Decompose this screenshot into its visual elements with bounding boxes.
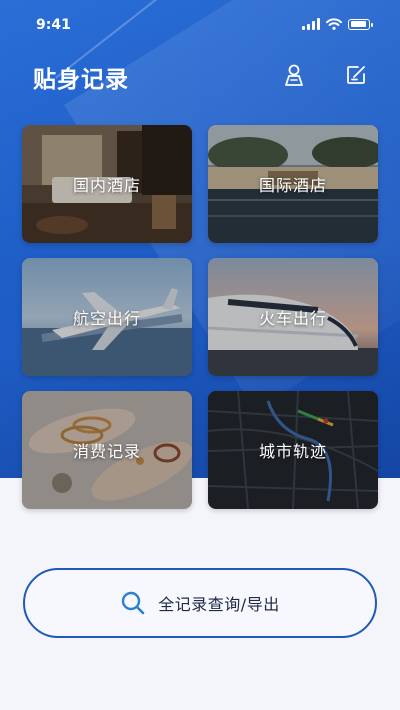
card-city-trajectory[interactable]: 城市轨迹 xyxy=(208,391,378,509)
card-label: 航空出行 xyxy=(72,309,141,328)
status-time: 9:41 xyxy=(36,17,71,33)
card-international-hotel[interactable]: 国际酒店 xyxy=(208,125,378,243)
card-label: 火车出行 xyxy=(258,309,327,328)
user-location-icon xyxy=(285,64,303,86)
signal-icon xyxy=(302,18,320,30)
search-export-label: 全记录查询/导出 xyxy=(158,595,280,614)
user-location-button[interactable] xyxy=(281,62,307,88)
card-train-travel[interactable]: 火车出行 xyxy=(208,258,378,376)
card-domestic-hotel[interactable]: 国内酒店 xyxy=(22,125,192,243)
card-spending-records[interactable]: 消费记录 xyxy=(22,391,192,509)
edit-button[interactable] xyxy=(343,62,369,88)
card-label: 国内酒店 xyxy=(72,176,141,195)
wifi-icon xyxy=(326,18,342,30)
page-title: 贴身记录 xyxy=(33,67,129,93)
search-icon xyxy=(122,591,145,615)
card-label: 城市轨迹 xyxy=(258,442,327,461)
status-bar: 9:41 xyxy=(0,0,400,52)
battery-icon xyxy=(348,18,373,30)
edit-note-icon xyxy=(347,66,365,84)
card-label: 国际酒店 xyxy=(258,176,327,195)
card-air-travel[interactable]: 航空出行 xyxy=(22,258,192,376)
card-label: 消费记录 xyxy=(72,442,141,461)
search-export-button[interactable]: 全记录查询/导出 xyxy=(23,568,377,638)
